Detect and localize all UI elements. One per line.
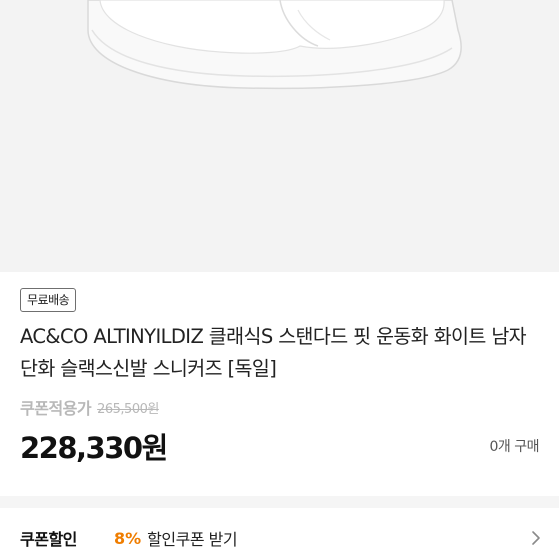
section-divider: [0, 496, 559, 508]
original-price: 265,500원: [97, 401, 159, 417]
coupon-discount-row[interactable]: 쿠폰할인 8% 할인쿠폰 받기: [20, 516, 541, 559]
product-info: 무료배송 AC&CO ALTINYILDIZ 클래식S 스탠다드 핏 운동화 화…: [20, 288, 539, 467]
product-image[interactable]: [0, 0, 559, 272]
purchase-count: 0개 구매: [489, 439, 540, 455]
chevron-right-icon[interactable]: [531, 530, 541, 546]
sneaker-illustration: [0, 0, 559, 272]
sale-price: 228,330원: [20, 431, 168, 465]
coupon-price-row: 쿠폰적용가 265,500원: [20, 395, 539, 419]
coupon-price-label: 쿠폰적용가: [20, 399, 92, 418]
coupon-discount-rate: 8%: [114, 528, 142, 548]
sale-price-row: 228,330원 0개 구매: [20, 425, 539, 467]
get-coupon-link[interactable]: 할인쿠폰 받기: [147, 526, 237, 550]
free-shipping-badge: 무료배송: [20, 288, 77, 312]
product-title: AC&CO ALTINYILDIZ 클래식S 스탠다드 핏 운동화 화이트 남자…: [20, 325, 527, 380]
coupon-discount-label: 쿠폰할인: [20, 530, 77, 549]
product-detail-page: 무료배송 AC&CO ALTINYILDIZ 클래식S 스탠다드 핏 운동화 화…: [0, 0, 559, 559]
